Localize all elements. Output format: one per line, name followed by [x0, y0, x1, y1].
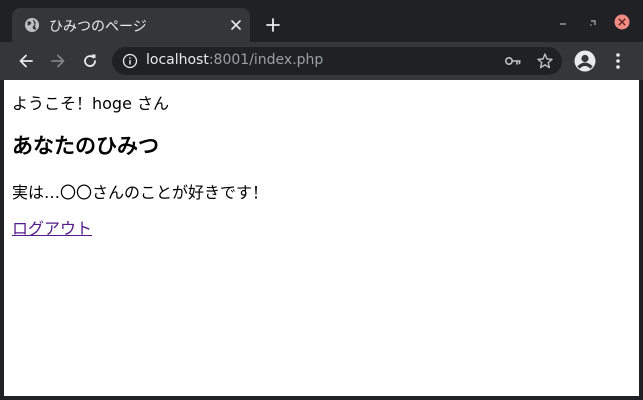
- new-tab-icon[interactable]: [264, 16, 282, 34]
- profile-avatar-icon[interactable]: [574, 50, 596, 72]
- reload-icon[interactable]: [80, 51, 100, 71]
- window-close-icon[interactable]: [614, 14, 630, 30]
- kebab-menu-icon[interactable]: [610, 52, 626, 70]
- browser-window: ひみつのページ localhost:8001/index.php ようこそ！ho…: [0, 0, 643, 400]
- tab-active[interactable]: ひみつのページ: [12, 8, 250, 42]
- key-icon[interactable]: [504, 53, 522, 69]
- back-arrow-icon[interactable]: [16, 51, 36, 71]
- minimize-icon[interactable]: [556, 15, 570, 29]
- info-icon[interactable]: [122, 53, 138, 69]
- globe-icon: [24, 17, 40, 33]
- forward-arrow-icon[interactable]: [48, 51, 68, 71]
- toolbar: localhost:8001/index.php: [0, 42, 643, 80]
- star-icon[interactable]: [536, 52, 554, 70]
- address-bar[interactable]: localhost:8001/index.php: [112, 47, 562, 75]
- url-path: :8001/index.php: [208, 52, 324, 68]
- page-content: ようこそ！hoge さん あなたのひみつ 実は…〇〇さんのことが好きです！ ログ…: [4, 80, 639, 396]
- greeting-text: ようこそ！hoge さん: [12, 94, 170, 113]
- tab-strip: ひみつのページ: [0, 0, 643, 42]
- logout-link[interactable]: ログアウト: [12, 215, 92, 239]
- url-host: localhost: [146, 52, 209, 68]
- secret-text: 実は…〇〇さんのことが好きです！: [12, 183, 269, 202]
- close-tab-icon[interactable]: [228, 17, 244, 33]
- tab-title: ひみつのページ: [49, 19, 147, 35]
- url-text: localhost:8001/index.php: [146, 52, 323, 68]
- page-heading: あなたのひみつ: [12, 134, 159, 158]
- maximize-icon[interactable]: [586, 15, 600, 29]
